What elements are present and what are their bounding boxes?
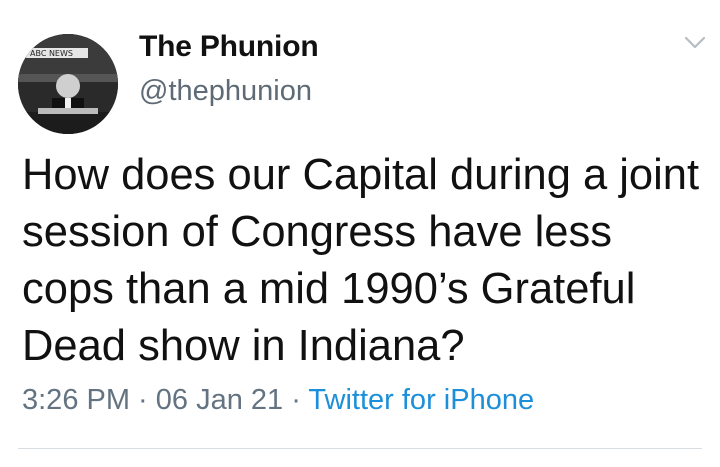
avatar-logo-text: ABC NEWS bbox=[30, 49, 73, 58]
avatar-image: ABC NEWS bbox=[18, 34, 118, 134]
tweet-date[interactable]: 06 Jan 21 bbox=[156, 384, 283, 416]
chevron-down-icon[interactable] bbox=[684, 36, 706, 50]
meta-separator: · bbox=[130, 384, 156, 416]
display-name[interactable]: The Phunion bbox=[139, 30, 319, 64]
meta-separator: · bbox=[283, 384, 309, 416]
divider bbox=[18, 448, 702, 449]
tweet-meta: 3:26 PM · 06 Jan 21 · Twitter for iPhone bbox=[22, 384, 534, 417]
user-handle[interactable]: @thephunion bbox=[139, 75, 312, 108]
avatar[interactable]: ABC NEWS bbox=[18, 34, 118, 134]
tweet-time[interactable]: 3:26 PM bbox=[22, 384, 130, 416]
tweet-source-link[interactable]: Twitter for iPhone bbox=[308, 384, 534, 416]
tweet-text: How does our Capital during a joint sess… bbox=[22, 151, 700, 370]
